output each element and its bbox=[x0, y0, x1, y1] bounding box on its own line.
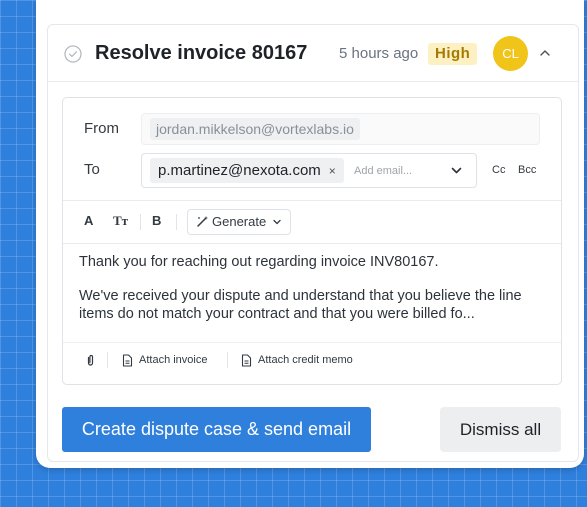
attach-invoice-button[interactable]: Attach invoice bbox=[139, 354, 207, 366]
toolbar-separator bbox=[227, 352, 228, 368]
panel: Resolve invoice 80167 5 hours ago High C… bbox=[36, 0, 584, 468]
priority-badge: High bbox=[428, 43, 478, 65]
dismiss-all-button[interactable]: Dismiss all bbox=[440, 407, 561, 452]
recipient-chip[interactable]: p.martinez@nexota.com × bbox=[150, 158, 344, 183]
create-dispute-button[interactable]: Create dispute case & send email bbox=[62, 407, 371, 452]
text-size-button[interactable]: Tт bbox=[113, 213, 128, 229]
add-email-input[interactable] bbox=[354, 162, 444, 179]
bold-button[interactable]: B bbox=[152, 213, 161, 228]
chevron-down-icon bbox=[273, 219, 281, 225]
paperclip-icon[interactable] bbox=[85, 354, 96, 367]
from-label: From bbox=[84, 120, 119, 137]
toolbar-separator bbox=[140, 214, 141, 230]
generate-label: Generate bbox=[212, 214, 267, 229]
font-button[interactable]: A bbox=[84, 213, 93, 228]
remove-recipient-icon[interactable]: × bbox=[329, 164, 336, 178]
body-paragraph: We've received your dispute and understa… bbox=[79, 288, 522, 322]
to-label: To bbox=[84, 161, 100, 178]
attach-credit-memo-button[interactable]: Attach credit memo bbox=[258, 354, 353, 366]
divider bbox=[63, 200, 561, 201]
document-icon bbox=[122, 354, 133, 367]
email-body[interactable]: Thank you for reaching out regarding inv… bbox=[79, 253, 527, 323]
body-paragraph: Thank you for reaching out regarding inv… bbox=[79, 254, 439, 270]
to-field[interactable]: p.martinez@nexota.com × bbox=[141, 153, 477, 188]
timestamp: 5 hours ago bbox=[339, 45, 419, 62]
divider bbox=[63, 342, 561, 343]
recipient-address: p.martinez@nexota.com bbox=[158, 162, 321, 179]
card-header[interactable]: Resolve invoice 80167 5 hours ago High C… bbox=[48, 25, 578, 82]
cc-button[interactable]: Cc bbox=[492, 164, 505, 176]
email-composer: From jordan.mikkelson@vortexlabs.io To p… bbox=[62, 97, 562, 385]
task-title: Resolve invoice 80167 bbox=[95, 42, 308, 64]
from-field: jordan.mikkelson@vortexlabs.io bbox=[141, 113, 540, 145]
chevron-down-icon[interactable] bbox=[450, 164, 463, 177]
chevron-up-icon[interactable] bbox=[538, 46, 552, 60]
divider bbox=[63, 243, 561, 244]
magic-wand-icon bbox=[197, 216, 208, 227]
toolbar-separator bbox=[176, 214, 177, 230]
generate-button[interactable]: Generate bbox=[187, 209, 291, 235]
task-card: Resolve invoice 80167 5 hours ago High C… bbox=[47, 24, 579, 462]
document-icon bbox=[241, 354, 252, 367]
bcc-button[interactable]: Bcc bbox=[518, 164, 536, 176]
avatar[interactable]: CL bbox=[493, 36, 528, 71]
from-address: jordan.mikkelson@vortexlabs.io bbox=[150, 118, 360, 140]
check-circle-icon[interactable] bbox=[64, 45, 82, 63]
toolbar-separator bbox=[107, 352, 108, 368]
